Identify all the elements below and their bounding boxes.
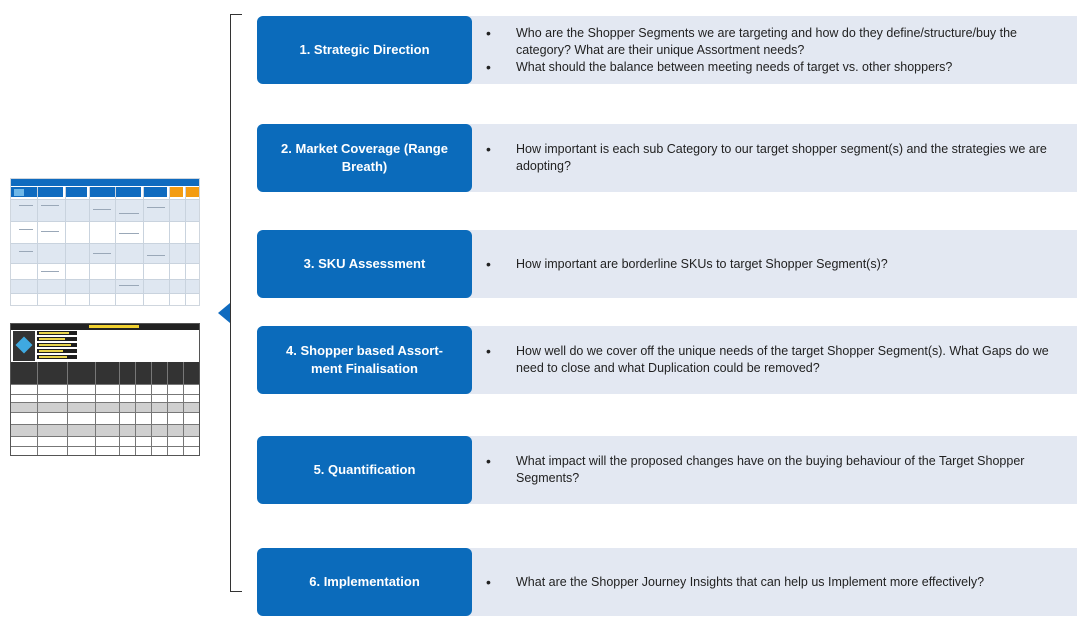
process-table-thumbnail bbox=[10, 178, 200, 306]
question-bullet: What impact will the proposed changes ha… bbox=[486, 453, 1066, 487]
step-questions: What impact will the proposed changes ha… bbox=[486, 436, 1066, 504]
question-bullet: What should the balance between meeting … bbox=[486, 59, 1066, 76]
step-title: 1. Strategic Direction bbox=[257, 16, 472, 84]
question-bullet: How important is each sub Category to ou… bbox=[486, 141, 1066, 175]
step-title: 3. SKU Assessment bbox=[257, 230, 472, 298]
step-title: 6. Implementation bbox=[257, 548, 472, 616]
assortment-summary-thumbnail bbox=[10, 323, 200, 456]
question-bullet: Who are the Shopper Segments we are targ… bbox=[486, 25, 1066, 59]
step-questions: How well do we cover off the unique need… bbox=[486, 326, 1066, 394]
step-questions: What are the Shopper Journey Insights th… bbox=[486, 548, 1066, 616]
bracket bbox=[230, 14, 242, 592]
logo-icon bbox=[13, 331, 35, 361]
question-bullet: How important are borderline SKUs to tar… bbox=[486, 256, 1066, 273]
step-4: 4. Shopper based Assort-ment Finalisatio… bbox=[257, 326, 1077, 394]
question-bullet: How well do we cover off the unique need… bbox=[486, 343, 1066, 377]
logo-icon bbox=[14, 189, 24, 196]
step-5: 5. Quantification What impact will the p… bbox=[257, 436, 1077, 504]
pointer-arrow-icon bbox=[218, 303, 230, 323]
step-6: 6. Implementation What are the Shopper J… bbox=[257, 548, 1077, 616]
step-questions: How important is each sub Category to ou… bbox=[486, 124, 1066, 192]
step-title: 5. Quantification bbox=[257, 436, 472, 504]
step-questions: Who are the Shopper Segments we are targ… bbox=[486, 16, 1066, 84]
step-2: 2. Market Coverage (Range Breath) How im… bbox=[257, 124, 1077, 192]
step-1: 1. Strategic Direction Who are the Shopp… bbox=[257, 16, 1077, 84]
question-bullet: What are the Shopper Journey Insights th… bbox=[486, 574, 1066, 591]
step-3: 3. SKU Assessment How important are bord… bbox=[257, 230, 1077, 298]
step-title: 2. Market Coverage (Range Breath) bbox=[257, 124, 472, 192]
step-title: 4. Shopper based Assort-ment Finalisatio… bbox=[257, 326, 472, 394]
step-questions: How important are borderline SKUs to tar… bbox=[486, 230, 1066, 298]
